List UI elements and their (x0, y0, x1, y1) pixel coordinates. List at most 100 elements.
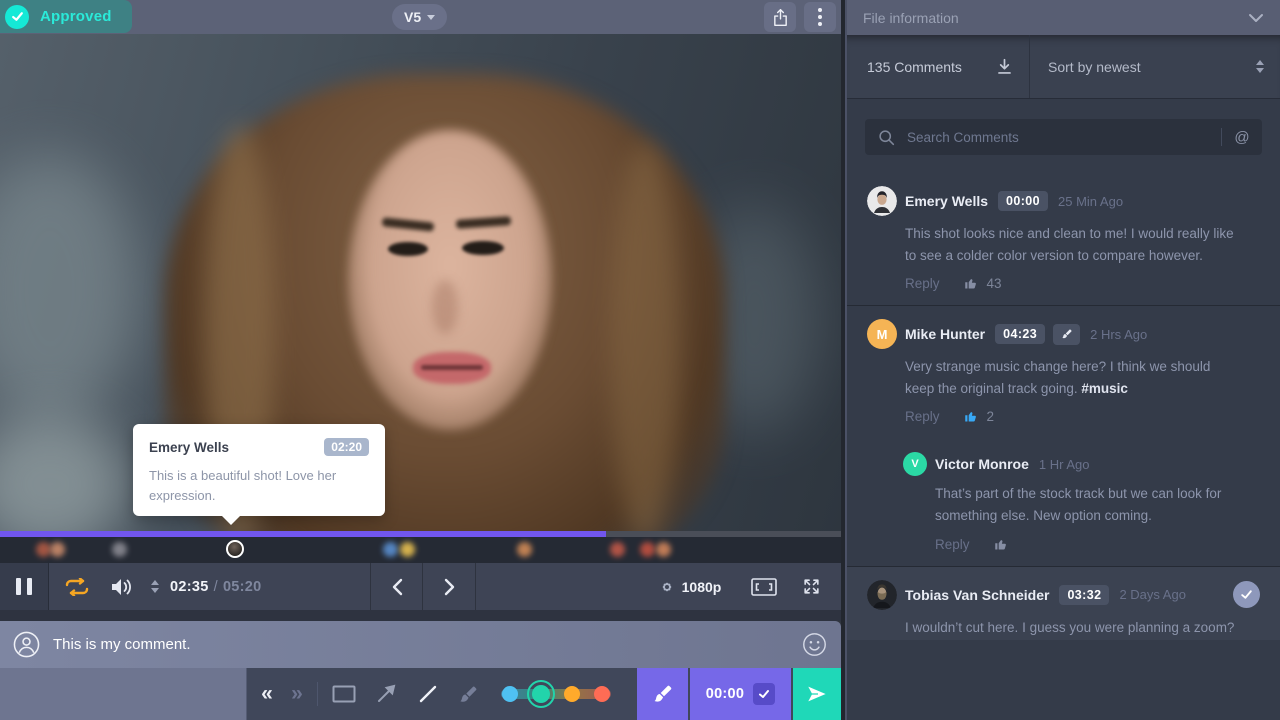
comments-count-cell: 135 Comments (847, 35, 1030, 98)
color-swatch-red[interactable] (594, 686, 610, 702)
video-viewport[interactable]: Emery Wells 02:20 This is a beautiful sh… (0, 34, 841, 537)
reply-link[interactable]: Reply (905, 409, 940, 424)
rectangle-tool-button[interactable] (327, 668, 361, 720)
brush-tool-button[interactable] (451, 668, 485, 720)
comments-list: Emery Wells 00:00 25 Min Ago This shot l… (847, 173, 1280, 640)
comment-timecode-badge[interactable]: 04:23 (995, 324, 1045, 344)
comment-author[interactable]: Mike Hunter (905, 326, 985, 342)
reply-link[interactable]: Reply (935, 537, 970, 552)
pause-icon (16, 578, 32, 595)
comment-item-completed[interactable]: Tobias Van Schneider 03:32 2 Days Ago I … (847, 567, 1280, 641)
volume-stepper[interactable] (144, 563, 166, 610)
annotation-timecode-chip[interactable]: 00:00 (690, 668, 791, 720)
chevron-down-icon (427, 15, 435, 20)
comment-marker-avatar-active[interactable] (226, 540, 244, 558)
arrow-tool-button[interactable] (369, 668, 403, 720)
comment-timecode-badge[interactable]: 00:00 (998, 191, 1048, 211)
current-time: 02:35 (170, 579, 209, 595)
comment-marker-strip[interactable] (0, 537, 841, 563)
send-icon (805, 682, 829, 706)
video-subject-face (421, 365, 483, 370)
comment-text-input[interactable] (51, 635, 802, 654)
comment-marker-avatar[interactable] (383, 542, 398, 557)
kebab-menu-icon (818, 8, 822, 26)
redo-button[interactable]: » (283, 668, 311, 720)
timecode-checkbox[interactable] (753, 683, 775, 705)
annotation-timecode: 00:00 (706, 686, 745, 702)
reply-link[interactable]: Reply (905, 276, 940, 291)
file-information-header[interactable]: File information (847, 0, 1280, 35)
search-box[interactable]: @ (865, 119, 1262, 155)
more-options-button[interactable] (804, 2, 836, 32)
comment-thread[interactable]: M Mike Hunter 04:23 2 Hrs Ago Very stran… (847, 306, 1280, 566)
fullscreen-button[interactable] (789, 563, 833, 610)
previous-button[interactable] (370, 563, 423, 610)
fullscreen-icon (802, 577, 821, 596)
divider (0, 610, 841, 621)
undo-button[interactable]: « (253, 668, 281, 720)
comment-marker-avatar[interactable] (36, 542, 51, 557)
line-tool-button[interactable] (411, 668, 445, 720)
comment-author[interactable]: Emery Wells (905, 193, 988, 209)
mention-button[interactable]: @ (1222, 129, 1262, 146)
loop-button[interactable] (54, 563, 100, 610)
pause-button[interactable] (0, 563, 49, 610)
like-button[interactable]: 2 (964, 409, 995, 424)
app-window: Approved V5 (0, 0, 1280, 720)
sort-selector[interactable]: Sort by newest (1030, 35, 1280, 98)
comment-tooltip[interactable]: Emery Wells 02:20 This is a beautiful sh… (133, 424, 385, 516)
time-display: 02:35 / 05:20 (170, 563, 320, 610)
comment-marker-avatar[interactable] (400, 542, 415, 557)
quality-selector[interactable]: 1080p (647, 563, 733, 610)
loop-icon (65, 578, 89, 596)
rectangle-icon (332, 685, 356, 703)
color-swatch-teal-selected[interactable] (532, 685, 550, 703)
search-icon (878, 129, 895, 146)
brush-icon (1061, 328, 1073, 340)
comment-reply-item[interactable]: V Victor Monroe 1 Hr Ago That’s part of … (903, 436, 1262, 551)
send-comment-button[interactable] (793, 668, 841, 720)
comment-marker-avatar[interactable] (112, 542, 127, 557)
like-button[interactable] (994, 537, 1009, 552)
video-subject-face (388, 242, 428, 256)
like-count: 43 (987, 276, 1002, 291)
tooltip-timecode-badge[interactable]: 02:20 (324, 438, 369, 456)
color-swatch-orange[interactable] (564, 686, 580, 702)
comment-marker-avatar[interactable] (640, 542, 655, 557)
comment-item[interactable]: Emery Wells 00:00 25 Min Ago This shot l… (847, 173, 1280, 306)
fit-screen-button[interactable] (743, 563, 785, 610)
avatar: V (903, 452, 927, 476)
comment-input-bar[interactable] (0, 621, 841, 668)
like-button[interactable]: 43 (964, 276, 1002, 291)
comment-author[interactable]: Tobias Van Schneider (905, 587, 1049, 603)
share-button[interactable] (764, 2, 796, 32)
sort-arrows-icon (1256, 60, 1264, 73)
annotation-indicator[interactable] (1053, 324, 1080, 345)
toolbar-left-spacer (0, 668, 247, 720)
like-count: 2 (987, 409, 995, 424)
avatar-initial: V (911, 458, 918, 470)
undo-icon: « (261, 682, 273, 706)
next-button[interactable] (422, 563, 476, 610)
approved-check-icon (5, 5, 29, 29)
color-swatch-blue[interactable] (502, 686, 518, 702)
comment-timecode-badge[interactable]: 03:32 (1059, 585, 1109, 605)
thumbs-up-icon (994, 537, 1009, 552)
approval-status-badge[interactable]: Approved (0, 0, 132, 33)
comment-marker-avatar[interactable] (517, 542, 532, 557)
version-selector[interactable]: V5 (392, 4, 447, 30)
hashtag-link[interactable]: #music (1081, 381, 1128, 396)
comment-author[interactable]: Victor Monroe (935, 456, 1029, 472)
total-time: 05:20 (223, 579, 262, 595)
comment-marker-avatar[interactable] (50, 542, 65, 557)
download-comments-icon[interactable] (996, 58, 1013, 76)
draw-annotation-button[interactable] (637, 668, 688, 720)
line-icon (418, 684, 438, 704)
comment-marker-avatar[interactable] (610, 542, 625, 557)
annotation-toolbar: « » (247, 668, 841, 720)
volume-button[interactable] (100, 563, 144, 610)
comment-marker-avatar[interactable] (656, 542, 671, 557)
emoji-icon[interactable] (802, 632, 827, 657)
comment-completed-check[interactable] (1233, 581, 1260, 608)
search-comments-input[interactable] (905, 129, 1221, 146)
